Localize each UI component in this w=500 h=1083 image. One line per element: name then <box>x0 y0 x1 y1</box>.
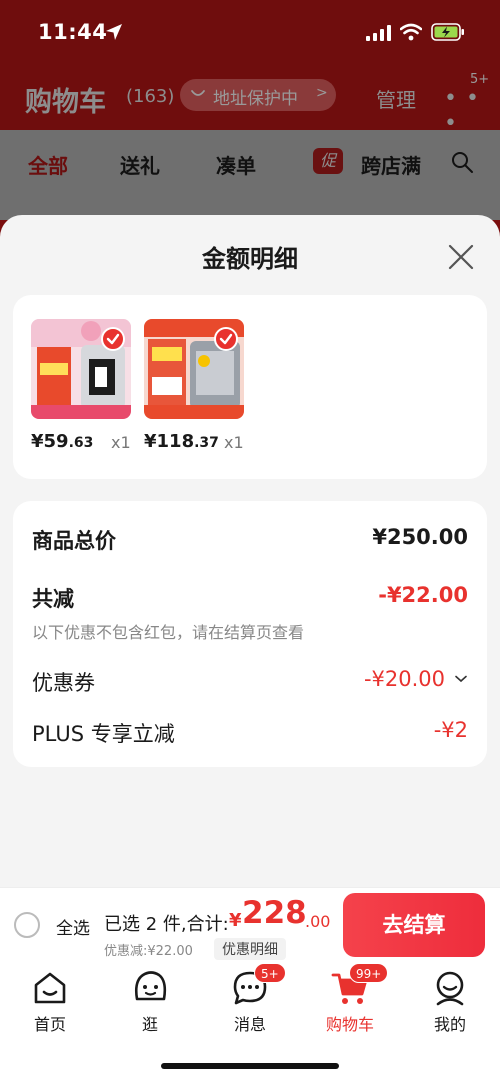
checkout-bar: 全选 已选 2 件,合计: ¥ 228 .00 优惠减:¥22.00 优惠明细 … <box>0 887 500 961</box>
selected-products-card: ¥59.63 x1 ¥118.37 x1 <box>13 295 487 479</box>
nav-home-label: 首页 <box>33 1015 66 1034</box>
cellular-signal-icon <box>366 25 391 41</box>
select-all-checkbox[interactable] <box>14 912 40 938</box>
tab-all[interactable]: 全部 <box>28 150 68 179</box>
plus-discount-label: PLUS 专享立减 <box>32 722 175 746</box>
cart-header: 购物车 (163) 地址保护中 > 管理 • • • 5+ <box>0 64 500 136</box>
location-arrow-icon <box>106 24 122 40</box>
checkout-button[interactable]: 去结算 <box>343 893 485 957</box>
checked-icon <box>214 327 238 351</box>
nav-browse-label: 逛 <box>141 1015 158 1034</box>
total-price-value: ¥250.00 <box>372 525 468 549</box>
product-price: ¥59.63 <box>31 431 94 452</box>
coupon-value[interactable]: -¥20.00 <box>364 667 445 691</box>
coupon-label: 优惠券 <box>32 671 95 695</box>
filter-tabs: 全部 送礼 凑单 促 跨店满 <box>0 130 500 220</box>
page-title: 购物车 <box>25 87 106 118</box>
cart-badge: 99+ <box>349 963 389 983</box>
nav-cart-label: 购物车 <box>325 1015 374 1034</box>
nav-browse[interactable]: 逛 <box>105 969 195 1035</box>
plus-discount-value: -¥2 <box>433 718 468 742</box>
total-reduction-value: -¥22.00 <box>378 583 468 607</box>
tab-cross-store[interactable]: 跨店满 <box>361 150 421 179</box>
nav-profile[interactable]: 我的 <box>405 969 495 1035</box>
status-time: 11:44 <box>38 20 108 44</box>
discount-detail-link[interactable]: 优惠明细 <box>214 938 286 960</box>
chevron-down-icon[interactable] <box>455 675 467 683</box>
tab-bundle[interactable]: 凑单 <box>216 150 256 179</box>
close-icon[interactable] <box>446 242 476 272</box>
nav-cart[interactable]: 99+ 购物车 <box>305 963 395 1035</box>
selected-summary: 已选 2 件,合计: <box>104 914 229 935</box>
nav-messages[interactable]: 5+ 消息 <box>205 963 295 1035</box>
product-quantity: x1 <box>224 433 244 452</box>
manage-button[interactable]: 管理 <box>376 84 416 113</box>
chevron-right-icon: > <box>316 85 328 101</box>
browse-face-icon <box>134 971 167 1001</box>
search-icon[interactable] <box>450 150 474 174</box>
checked-icon <box>101 327 125 351</box>
status-bar: 11:44 <box>0 0 500 64</box>
home-icon <box>34 972 66 1004</box>
discount-summary: 优惠减:¥22.00 <box>104 944 193 959</box>
total-price-label: 商品总价 <box>32 529 116 553</box>
reduction-note: 以下优惠不包含红包，请在结算页查看 <box>32 623 305 642</box>
battery-charging-icon <box>431 23 464 41</box>
sheet-title: 金额明细 <box>202 245 298 273</box>
amount-detail-sheet: 金额明细 ¥59.63 x1 ¥118.37 x1 商品总价 ¥250.00 共… <box>0 215 500 887</box>
nav-messages-label: 消息 <box>233 1015 266 1034</box>
product-price: ¥118.37 <box>144 431 219 452</box>
home-indicator <box>161 1063 339 1069</box>
select-all-label[interactable]: 全选 <box>56 914 90 939</box>
amount-breakdown-card: 商品总价 ¥250.00 共减 -¥22.00 以下优惠不包含红包，请在结算页查… <box>13 501 487 767</box>
more-badge: 5+ <box>470 72 490 87</box>
product-quantity: x1 <box>111 433 131 452</box>
wifi-icon <box>400 23 422 41</box>
profile-icon <box>436 971 464 1006</box>
total-currency: ¥ <box>229 910 242 931</box>
total-amount-decimal: .00 <box>305 912 331 931</box>
smile-icon <box>191 90 205 96</box>
promo-badge: 促 <box>313 148 343 174</box>
cart-count: (163) <box>126 86 175 107</box>
messages-badge: 5+ <box>254 963 286 983</box>
more-dots-icon[interactable]: • • • <box>444 86 500 136</box>
tab-gift[interactable]: 送礼 <box>120 150 160 179</box>
total-amount: 228 <box>242 895 307 931</box>
nav-home[interactable]: 首页 <box>5 969 95 1035</box>
address-protection-label: 地址保护中 <box>213 89 298 109</box>
total-reduction-label: 共减 <box>32 587 74 611</box>
nav-profile-label: 我的 <box>433 1015 466 1034</box>
